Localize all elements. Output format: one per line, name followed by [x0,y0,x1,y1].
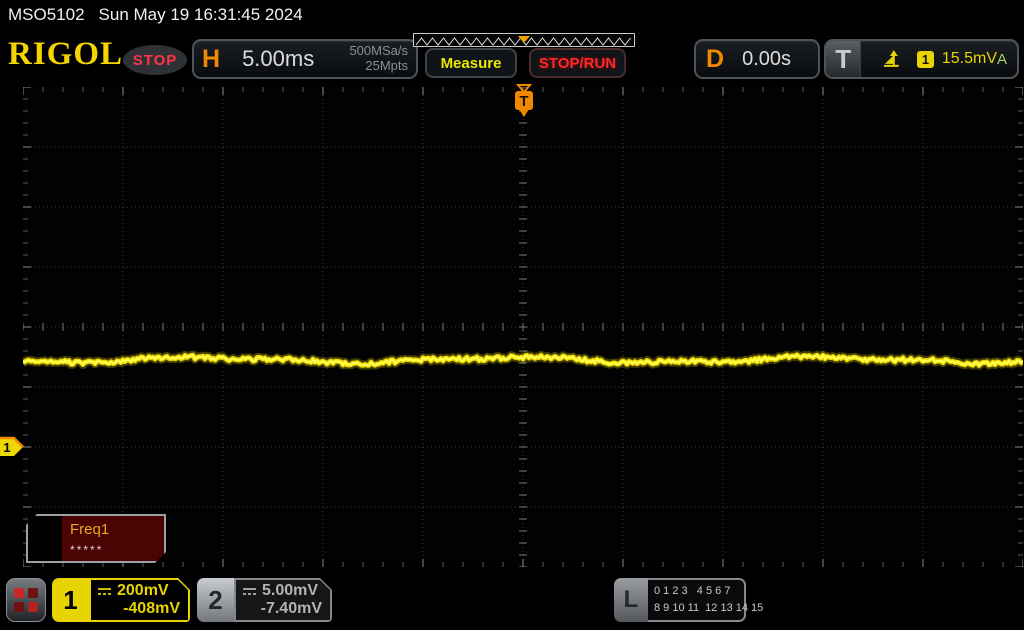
measurement-item-freq1[interactable]: Freq1 ***** [26,514,166,563]
channel2-status-button[interactable]: 2 5.00mV -7.40mV [197,578,332,622]
delay-value: 0.00s [742,47,791,70]
overview-zigzag [415,36,631,46]
logic-row-8-15: 8 9 10 11 12 13 14 15 [654,602,764,614]
logic-row-0-7: 0 1 2 3 4 5 6 7 [654,584,731,597]
window-layout-button[interactable] [6,578,46,622]
model-name: MSO5102 [8,5,85,24]
channel1-waveform [23,350,1023,370]
memory-depth: 25Mpts [365,58,408,73]
channel2-tab: 2 [197,578,234,622]
channel2-scale: 5.00mV [262,582,319,599]
acquisition-state-badge: STOP [123,45,187,75]
timebase-value: 5.00ms [242,46,315,71]
rising-edge-trigger-icon [884,50,900,67]
channel1-offset: -408mV [123,600,180,617]
acquisition-info: 500MSa/s 25Mpts [349,43,408,74]
stop-run-button[interactable]: STOP/RUN [529,48,626,78]
trigger-marker-letter: T [519,93,528,110]
datetime: Sun May 19 16:31:45 2024 [98,5,303,24]
trigger-source-badge: 1 [917,50,934,68]
window-grid-icon [14,588,38,612]
delay-label: D [706,44,725,73]
logic-channel-list: 0 1 2 3 4 5 6 7 8 9 10 11 12 13 14 15 [648,578,764,622]
trigger-menu-button[interactable]: T 1 15.5mV A [824,39,1019,79]
rigol-logo: RIGOL [8,36,124,72]
delay-menu-button[interactable]: D 0.00s [694,39,820,79]
horizontal-menu-button[interactable]: H 5.00ms 500MSa/s 25Mpts [192,39,418,79]
trigger-position-marker[interactable]: T [506,84,542,120]
trigger-sweep-mode: A [996,50,1007,68]
horizontal-label: H [202,44,221,73]
measure-button[interactable]: Measure [425,48,517,78]
channel1-status-button[interactable]: 1 200mV -408mV [52,578,190,622]
channel1-tab: 1 [52,578,89,622]
channel1-scale: 200mV [117,582,169,599]
logic-channels-button[interactable]: L 0 1 2 3 4 5 6 7 8 9 10 11 12 13 14 15 [614,578,764,622]
dc-coupling-icon [97,586,112,597]
channel2-offset: -7.40mV [260,600,322,617]
bottom-status-bar: 1 200mV -408mV 2 5.00mV -7.40mV L 0 1 2 … [0,570,1024,630]
sample-rate: 500MSa/s [349,43,408,59]
trigger-level-value: 15.5mV [941,50,997,67]
waveform-display-area[interactable] [23,87,1023,567]
dc-coupling-icon [242,586,257,597]
channel1-marker-number: 1 [3,440,10,455]
top-info-bar: MSO5102 Sun May 19 16:31:45 2024 [0,0,1024,30]
logic-tab: L [614,578,648,622]
channel1-position-marker[interactable]: 1 [0,436,24,458]
waveform-overview-bar[interactable] [413,33,635,47]
measurement-title: Freq1 [70,521,110,538]
trigger-label: T [826,41,862,77]
measurement-value: ***** [70,543,104,557]
